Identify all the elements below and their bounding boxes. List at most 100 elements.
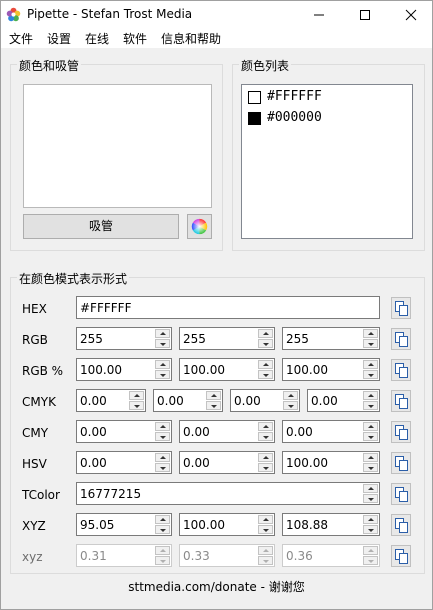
donate-link[interactable]: sttmedia.com/donate - 谢谢您 — [1, 578, 432, 595]
spinner[interactable] — [363, 422, 378, 441]
spin-up-icon[interactable] — [129, 391, 144, 400]
spin-down-icon[interactable] — [155, 339, 170, 348]
spin-down-icon[interactable] — [155, 432, 170, 441]
title-bar[interactable]: Pipette - Stefan Trost Media — [1, 1, 432, 28]
spinner[interactable] — [283, 391, 298, 410]
xyz-z-input[interactable]: 108.88 — [282, 513, 380, 536]
spin-down-icon[interactable] — [155, 463, 170, 472]
spin-down-icon[interactable] — [363, 432, 378, 441]
xyz-x-input[interactable]: 95.05 — [76, 513, 172, 536]
spin-down-icon[interactable] — [258, 370, 273, 379]
spin-up-icon[interactable] — [258, 515, 273, 524]
spin-up-icon[interactable] — [206, 391, 221, 400]
spin-up-icon[interactable] — [258, 453, 273, 462]
cmy-c-input[interactable]: 0.00 — [76, 420, 172, 443]
copy-xyz-button[interactable] — [391, 514, 411, 536]
spin-down-icon[interactable] — [258, 463, 273, 472]
spin-up-icon[interactable] — [155, 515, 170, 524]
spinner[interactable] — [155, 515, 170, 534]
spinner[interactable] — [258, 329, 273, 348]
pipette-button[interactable]: 吸管 — [23, 214, 179, 239]
color-list[interactable]: #FFFFFF #000000 — [241, 84, 413, 239]
cmyk-y-input[interactable]: 0.00 — [230, 389, 300, 412]
spinner[interactable] — [155, 360, 170, 379]
cmyk-k-input[interactable]: 0.00 — [307, 389, 380, 412]
spin-down-icon[interactable] — [363, 525, 378, 534]
spin-up-icon[interactable] — [155, 329, 170, 338]
spinner[interactable] — [363, 360, 378, 379]
rgb-percent-b-input[interactable]: 100.00 — [282, 358, 380, 381]
spin-up-icon[interactable] — [363, 484, 378, 493]
spin-down-icon[interactable] — [258, 432, 273, 441]
copy-tcolor-button[interactable] — [391, 483, 411, 505]
hsv-h-input[interactable]: 0.00 — [76, 451, 172, 474]
minimize-button[interactable] — [296, 1, 342, 28]
spinner[interactable] — [258, 515, 273, 534]
cmy-y-input[interactable]: 0.00 — [282, 420, 380, 443]
spin-down-icon[interactable] — [363, 339, 378, 348]
spinner[interactable] — [363, 329, 378, 348]
copy-rgb-button[interactable] — [391, 328, 411, 350]
spin-up-icon[interactable] — [363, 329, 378, 338]
menu-file[interactable]: 文件 — [9, 30, 33, 47]
spinner[interactable] — [206, 391, 221, 410]
spin-up-icon[interactable] — [258, 422, 273, 431]
spin-up-icon[interactable] — [363, 360, 378, 369]
spin-up-icon[interactable] — [363, 515, 378, 524]
spin-up-icon[interactable] — [258, 360, 273, 369]
spin-up-icon[interactable] — [155, 453, 170, 462]
spinner[interactable] — [258, 422, 273, 441]
rgb-percent-g-input[interactable]: 100.00 — [179, 358, 275, 381]
spin-down-icon[interactable] — [363, 370, 378, 379]
spin-down-icon[interactable] — [155, 525, 170, 534]
hsv-s-input[interactable]: 0.00 — [179, 451, 275, 474]
spin-down-icon[interactable] — [363, 494, 378, 503]
spinner[interactable] — [258, 360, 273, 379]
rgb-percent-r-input[interactable]: 100.00 — [76, 358, 172, 381]
rgb-g-input[interactable]: 255 — [179, 327, 275, 350]
spin-down-icon[interactable] — [258, 525, 273, 534]
menu-info-help[interactable]: 信息和帮助 — [161, 30, 221, 47]
copy-cmyk-button[interactable] — [391, 390, 411, 412]
spinner[interactable] — [363, 484, 378, 503]
xyz-y-input[interactable]: 100.00 — [179, 513, 275, 536]
cmyk-c-input[interactable]: 0.00 — [76, 389, 146, 412]
hsv-v-input[interactable]: 100.00 — [282, 451, 380, 474]
rgb-r-input[interactable]: 255 — [76, 327, 172, 350]
spinner[interactable] — [155, 422, 170, 441]
menu-settings[interactable]: 设置 — [47, 30, 71, 47]
cmyk-m-input[interactable]: 0.00 — [153, 389, 223, 412]
spin-down-icon[interactable] — [206, 401, 221, 410]
copy-xyz-chromaticity-button[interactable] — [391, 545, 411, 567]
menu-software[interactable]: 软件 — [123, 30, 147, 47]
spin-down-icon[interactable] — [129, 401, 144, 410]
spin-up-icon[interactable] — [363, 391, 378, 400]
spin-down-icon[interactable] — [283, 401, 298, 410]
spinner[interactable] — [363, 515, 378, 534]
spinner[interactable] — [129, 391, 144, 410]
spinner[interactable] — [155, 453, 170, 472]
spin-up-icon[interactable] — [258, 329, 273, 338]
spin-down-icon[interactable] — [258, 339, 273, 348]
spin-up-icon[interactable] — [283, 391, 298, 400]
rgb-b-input[interactable]: 255 — [282, 327, 380, 350]
color-wheel-button[interactable] — [187, 214, 212, 239]
tcolor-input[interactable]: 16777215 — [76, 482, 380, 505]
spin-down-icon[interactable] — [363, 401, 378, 410]
copy-hex-button[interactable] — [391, 297, 411, 319]
spin-down-icon[interactable] — [363, 463, 378, 472]
spin-down-icon[interactable] — [155, 370, 170, 379]
copy-cmy-button[interactable] — [391, 421, 411, 443]
spin-up-icon[interactable] — [155, 360, 170, 369]
copy-hsv-button[interactable] — [391, 452, 411, 474]
maximize-button[interactable] — [342, 1, 388, 28]
spinner[interactable] — [363, 391, 378, 410]
spin-up-icon[interactable] — [363, 453, 378, 462]
cmy-m-input[interactable]: 0.00 — [179, 420, 275, 443]
spinner[interactable] — [155, 329, 170, 348]
spin-up-icon[interactable] — [363, 422, 378, 431]
spinner[interactable] — [258, 453, 273, 472]
close-button[interactable] — [388, 1, 433, 28]
menu-online[interactable]: 在线 — [85, 30, 109, 47]
copy-rgb-percent-button[interactable] — [391, 359, 411, 381]
